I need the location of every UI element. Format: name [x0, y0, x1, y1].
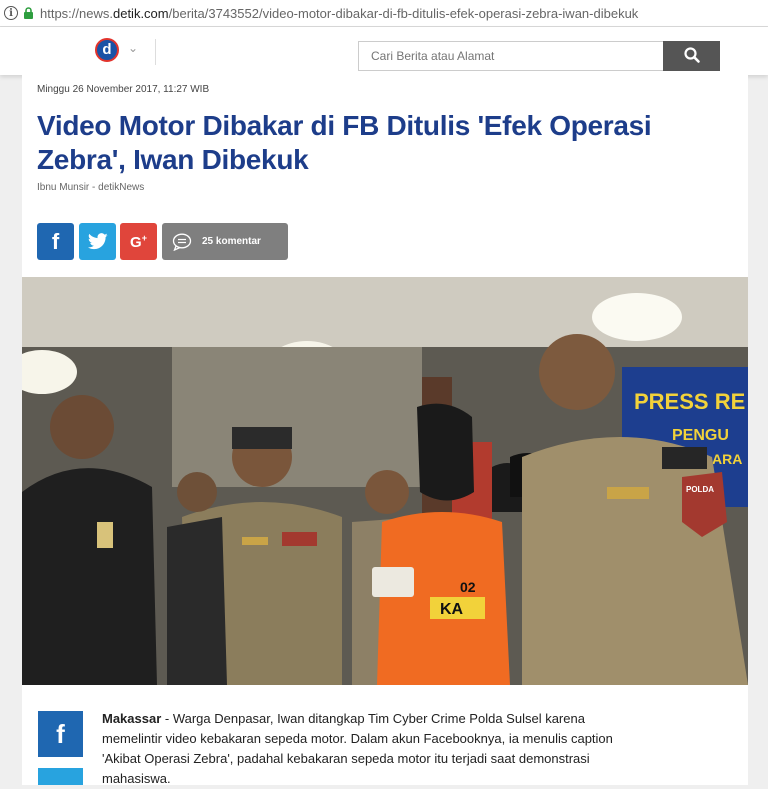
search-icon — [683, 46, 700, 63]
facebook-icon: f — [56, 718, 65, 749]
comment-icon — [172, 233, 192, 251]
search-input[interactable] — [358, 41, 663, 71]
side-share-twitter-button[interactable] — [38, 768, 83, 785]
article-title: Video Motor Dibakar di FB Ditulis 'Efek … — [37, 110, 652, 175]
comments-button[interactable]: 25 komentar — [162, 223, 288, 260]
press-conference-photo: PRESS RE PENGU ARA 02 KA POLDA — [22, 277, 748, 685]
side-share-facebook-button[interactable]: f — [38, 711, 83, 757]
svg-text:PRESS RE: PRESS RE — [634, 389, 745, 414]
site-header: d ⌄ — [0, 27, 768, 75]
divider — [155, 39, 156, 65]
article-lead: Makassar - Warga Denpasar, Iwan ditangka… — [102, 711, 613, 786]
svg-text:POLDA: POLDA — [686, 485, 714, 494]
twitter-icon — [87, 233, 108, 250]
comments-count: 25 komentar — [202, 236, 261, 247]
share-twitter-button[interactable] — [79, 223, 116, 260]
url-text[interactable]: https://news.detik.com/berita/3743552/vi… — [40, 6, 638, 21]
address-bar[interactable]: i https://news.detik.com/berita/3743552/… — [0, 0, 768, 27]
svg-text:KA: KA — [440, 601, 464, 618]
article-card: Minggu 26 November 2017, 11:27 WIB Video… — [22, 75, 748, 786]
article-photo[interactable]: PRESS RE PENGU ARA 02 KA POLDA — [22, 277, 748, 685]
dateline-location: Makassar — [102, 711, 162, 726]
share-googleplus-button[interactable]: G+ — [120, 223, 157, 260]
svg-text:ARA: ARA — [712, 451, 742, 467]
search-button[interactable] — [663, 41, 720, 71]
facebook-icon: f — [51, 228, 60, 254]
chevron-down-icon[interactable]: ⌄ — [128, 41, 138, 55]
article-date: Minggu 26 November 2017, 11:27 WIB — [37, 84, 210, 95]
share-facebook-button[interactable]: f — [37, 223, 74, 260]
svg-text:PENGU: PENGU — [672, 427, 729, 444]
info-icon[interactable]: i — [4, 6, 18, 20]
svg-text:02: 02 — [460, 579, 476, 595]
detik-logo[interactable]: d — [95, 38, 119, 62]
googleplus-icon: G+ — [130, 232, 147, 251]
article-author: Ibnu Munsir - detikNews — [37, 182, 145, 193]
lock-icon — [24, 7, 33, 19]
